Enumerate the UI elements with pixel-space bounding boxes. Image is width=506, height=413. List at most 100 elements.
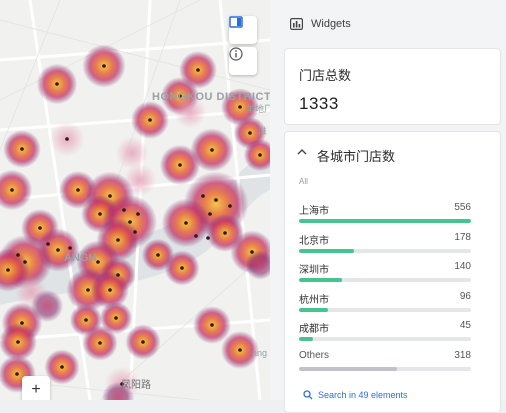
city-count: 45 xyxy=(459,320,471,331)
city-count: 556 xyxy=(454,202,471,213)
city-name: 成都市 xyxy=(299,324,329,335)
store-dot[interactable] xyxy=(210,323,214,327)
city-row[interactable]: 北京市 178 xyxy=(299,232,471,254)
store-dot[interactable] xyxy=(210,148,214,152)
zoom-in-label: + xyxy=(31,381,41,398)
panel-title: Widgets xyxy=(311,18,351,30)
store-dot[interactable] xyxy=(133,230,137,234)
store-dot[interactable] xyxy=(55,82,59,86)
city-count: 318 xyxy=(454,349,471,361)
city-bar-track xyxy=(299,219,471,223)
city-bar-track xyxy=(299,248,471,253)
city-count: 178 xyxy=(454,231,471,243)
store-dot[interactable] xyxy=(114,316,118,320)
store-dot[interactable] xyxy=(102,64,106,68)
total-stores-card: 门店总数 1333 xyxy=(284,48,501,125)
city-bar-fill xyxy=(299,307,329,312)
store-dot[interactable] xyxy=(116,238,120,242)
store-dot[interactable] xyxy=(184,221,188,225)
search-link-text: Search in 49 elements xyxy=(318,390,408,400)
store-dot[interactable] xyxy=(250,250,254,254)
zoom-in-button[interactable]: + xyxy=(22,376,50,400)
store-dot[interactable] xyxy=(84,318,88,322)
store-dot[interactable] xyxy=(141,340,145,344)
store-dot[interactable] xyxy=(196,68,200,72)
store-dot[interactable] xyxy=(206,236,210,240)
store-dot[interactable] xyxy=(201,194,205,198)
store-dot[interactable] xyxy=(96,260,100,264)
store-dot[interactable] xyxy=(56,248,60,252)
store-dot[interactable] xyxy=(214,198,218,202)
store-dot[interactable] xyxy=(122,208,126,212)
city-bar-fill xyxy=(299,219,471,223)
store-dot[interactable] xyxy=(223,231,227,235)
store-dot[interactable] xyxy=(46,242,50,246)
store-dot[interactable] xyxy=(238,105,242,109)
bar-chart-icon xyxy=(290,18,303,30)
store-dot[interactable] xyxy=(108,288,112,292)
store-dot[interactable] xyxy=(208,212,212,216)
city-row[interactable]: 成都市 45 xyxy=(299,320,471,342)
city-name: 北京市 xyxy=(299,235,329,247)
city-stores-card: 各城市门店数 All 上海市 556 北京市 178 深圳市 140 杭州市 96 成都市 45 O… xyxy=(284,131,501,413)
city-name: 上海市 xyxy=(299,206,329,217)
store-dot[interactable] xyxy=(120,382,124,386)
search-icon xyxy=(303,390,313,400)
layers-button[interactable] xyxy=(229,16,257,44)
city-bar-track xyxy=(299,278,471,282)
store-dot[interactable] xyxy=(148,118,152,122)
store-dot[interactable] xyxy=(15,372,19,376)
city-row[interactable]: Others 318 xyxy=(299,350,471,372)
store-dot[interactable] xyxy=(86,288,90,292)
city-name: 杭州市 xyxy=(299,294,329,306)
store-dot[interactable] xyxy=(238,348,242,352)
city-bar-fill xyxy=(299,337,313,341)
store-dot[interactable] xyxy=(128,220,132,224)
store-dot[interactable] xyxy=(65,137,69,141)
store-dot[interactable] xyxy=(116,273,120,277)
store-dot[interactable] xyxy=(76,188,80,192)
city-count: 140 xyxy=(454,261,471,272)
store-dot[interactable] xyxy=(38,226,42,230)
city-row[interactable]: 杭州市 96 xyxy=(299,291,471,313)
store-dot[interactable] xyxy=(194,234,198,238)
search-elements-link[interactable]: Search in 49 elements xyxy=(303,390,408,400)
store-dot[interactable] xyxy=(20,147,24,151)
map-view[interactable]: HONGKOU DISTRICT 羊地厂 淮 ANGH ang 凤阳路 + xyxy=(0,0,270,400)
store-dot[interactable] xyxy=(23,260,27,264)
city-bar-fill xyxy=(299,248,355,253)
city-row[interactable]: 深圳市 140 xyxy=(299,261,471,283)
total-stores-value: 1333 xyxy=(299,94,339,113)
city-count: 96 xyxy=(459,290,471,302)
store-dot[interactable] xyxy=(60,365,64,369)
store-dot[interactable] xyxy=(136,212,140,216)
heat-blob xyxy=(173,95,207,129)
city-bar-track xyxy=(299,366,471,371)
store-dot[interactable] xyxy=(258,153,262,157)
store-dot[interactable] xyxy=(156,253,160,257)
city-row[interactable]: 上海市 556 xyxy=(299,202,471,224)
city-bar-track xyxy=(299,307,471,312)
store-dot[interactable] xyxy=(180,266,184,270)
store-dot[interactable] xyxy=(68,246,72,250)
filter-label: All xyxy=(299,177,308,186)
chevron-up-icon[interactable] xyxy=(297,148,307,156)
city-bar-track xyxy=(299,337,471,341)
store-dot[interactable] xyxy=(16,340,20,344)
total-stores-title: 门店总数 xyxy=(299,68,352,83)
city-bar-fill xyxy=(299,366,398,371)
store-dot[interactable] xyxy=(6,268,10,272)
store-dot[interactable] xyxy=(10,188,14,192)
store-dot[interactable] xyxy=(178,163,182,167)
city-name: 深圳市 xyxy=(299,265,329,276)
store-dot[interactable] xyxy=(98,212,102,216)
store-dot[interactable] xyxy=(108,194,112,198)
panel-header: Widgets xyxy=(270,0,506,48)
store-dot[interactable] xyxy=(16,253,20,257)
store-dot[interactable] xyxy=(20,321,24,325)
store-dot[interactable] xyxy=(228,204,232,208)
store-dot[interactable] xyxy=(178,94,182,98)
store-dot[interactable] xyxy=(248,131,252,135)
info-button[interactable] xyxy=(229,47,257,75)
store-dot[interactable] xyxy=(98,341,102,345)
